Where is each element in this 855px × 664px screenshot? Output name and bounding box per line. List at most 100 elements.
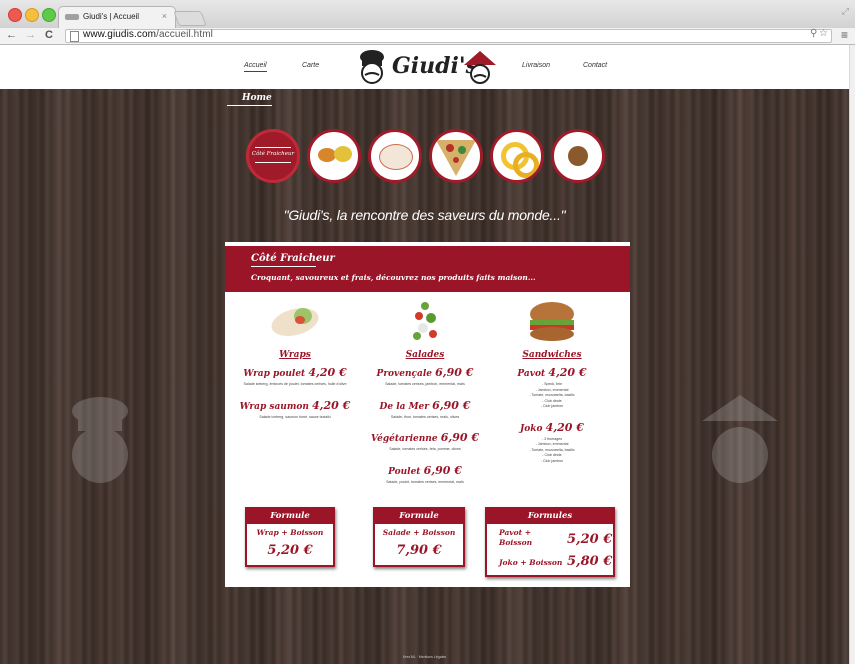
tagline: "Giudi's, la rencontre des saveurs du mo… (283, 207, 566, 223)
item-description: Salade, poulet, tomates cerises, emmenta… (386, 479, 464, 484)
item-name: Poulet (388, 466, 421, 477)
menu-item-name: Joko 4,20 € (492, 421, 612, 434)
search-icon[interactable]: ⚲ (810, 28, 817, 39)
item-description: Salade, thon, tomates cerises, maïs, oli… (390, 414, 460, 419)
item-name: Provençale (376, 369, 433, 379)
formule-wrap: Formule Wrap + Boisson 5,20 € (245, 507, 335, 567)
fullscreen-icon[interactable]: ⤢ (842, 6, 849, 17)
window-close-button[interactable] (8, 8, 22, 22)
panel-title-underline (251, 266, 316, 267)
formule-title: Formules (487, 509, 613, 524)
item-price: 4,20 € (548, 366, 587, 379)
item-description: Salade iceberg, émincés de poulet, tomat… (243, 382, 347, 386)
sandwiches-column: Sandwiches Pavot 4,20 € - Speck, brie - … (492, 298, 612, 475)
formule-salade: Formule Salade + Boisson 7,90 € (373, 507, 465, 567)
chef-hat-icon (360, 50, 384, 84)
menu-item-name: Poulet 6,90 € (359, 464, 491, 477)
item-price: 6,90 € (432, 398, 471, 412)
menu-item-name: De la Mer 6,90 € (359, 399, 491, 412)
asian-hat-icon (464, 51, 496, 84)
category-nuggets[interactable] (307, 129, 361, 183)
item-name: Végétarienne (370, 434, 438, 444)
back-button[interactable]: ← (6, 29, 17, 41)
item-price: 4,20 € (308, 366, 347, 379)
item-price: 4,20 € (312, 398, 351, 412)
formule-line: Wrap + Boisson (256, 528, 324, 537)
category-label: Côté Fraicheur (251, 151, 295, 157)
browser-toolbar: ← → C www.giudis.com/accueil.html ⚲ ☆ ≡ (0, 28, 855, 45)
site-logo[interactable]: Giudi's (352, 49, 502, 85)
dessert-image (568, 146, 588, 166)
salades-column: Salades Provençale 6,90 € Salade, tomate… (359, 298, 491, 496)
item-name: Joko (520, 423, 543, 434)
chef-watermark-left (72, 397, 128, 483)
item-description: Salade, tomates cerises, feta, pomme, ol… (389, 447, 461, 451)
category-pasta[interactable] (368, 129, 422, 183)
sandwich-photo (530, 302, 574, 341)
category-cote-fraicheur[interactable]: Côté Fraicheur (246, 129, 300, 183)
url-path: /accueil.html (156, 29, 213, 40)
menu-item-name: Provençale 6,90 € (359, 366, 491, 379)
window-zoom-button[interactable] (42, 8, 56, 22)
wraps-heading: Wraps (279, 350, 311, 360)
url-host: www.giudis.com (83, 29, 157, 40)
browser-menu-icon[interactable]: ≡ (841, 28, 848, 42)
sandwiches-heading: Sandwiches (522, 350, 582, 360)
divider (255, 147, 291, 148)
formule-price: 5,20 € (567, 532, 613, 547)
nav-accueil[interactable]: Accueil (244, 62, 267, 72)
item-name: Wrap poulet (243, 369, 306, 379)
item-name: Wrap saumon (239, 401, 309, 412)
nav-carte[interactable]: Carte (302, 62, 319, 69)
formules-sandwich: Formules Pavot + Boisson 5,20 € Joko + B… (485, 507, 615, 577)
category-dessert[interactable] (551, 129, 605, 183)
category-onion-rings[interactable] (490, 129, 544, 183)
page-scrollbar[interactable] (849, 45, 855, 664)
panel-banner: Côté Fraicheur Croquant, savoureux et fr… (225, 246, 630, 292)
formule-line: Joko + Boisson (499, 558, 563, 567)
menu-item-name: Végétarienne 6,90 € (359, 431, 491, 444)
item-name: De la Mer (379, 401, 430, 412)
nav-contact[interactable]: Contact (583, 62, 607, 69)
forward-button[interactable]: → (25, 29, 36, 41)
onion-ring-image (513, 152, 539, 178)
reload-button[interactable]: C (45, 29, 53, 41)
formule-title: Formule (247, 509, 333, 524)
item-price: 6,90 € (435, 366, 474, 379)
item-description: Salade, tomates cerises, jambon, emmenta… (385, 382, 465, 386)
sandwich-image (522, 298, 582, 344)
salades-heading: Salades (405, 350, 445, 360)
divider (255, 162, 291, 163)
formule-line: Salade + Boisson (382, 528, 456, 537)
pasta-image (379, 144, 413, 170)
favicon-icon (65, 14, 79, 20)
menu-panel: Côté Fraicheur Croquant, savoureux et fr… (225, 242, 630, 587)
formule-body: Pavot + Boisson 5,20 € Joko + Boisson 5,… (487, 524, 613, 572)
wrap-photo (271, 307, 319, 337)
footer-text[interactable]: Kreo'ML · Mentions Légales (0, 655, 849, 659)
title-underline (227, 105, 272, 106)
panel-title: Côté Fraicheur (251, 253, 335, 264)
tab-close-icon[interactable]: × (162, 11, 167, 21)
item-description: Salade iceberg, saumon fumé, sauce tzatz… (259, 414, 331, 419)
menu-item-name: Pavot 4,20 € (492, 366, 612, 379)
item-price: 4,20 € (545, 420, 584, 434)
browser-tab[interactable]: Giudi's | Accueil × (58, 6, 176, 29)
page-icon (70, 31, 79, 42)
page-title: Home (242, 93, 272, 103)
menu-item-name: Wrap poulet 4,20 € (235, 366, 355, 379)
item-price: 6,90 € (423, 463, 462, 477)
category-pizza[interactable] (429, 129, 483, 183)
window-minimize-button[interactable] (25, 8, 39, 22)
address-bar[interactable]: www.giudis.com/accueil.html ⚲ ☆ (65, 28, 832, 43)
formule-title: Formule (375, 509, 463, 524)
salad-photo (413, 302, 437, 340)
tab-title: Giudi's | Accueil (83, 12, 140, 21)
item-name: Pavot (517, 369, 546, 379)
bookmark-star-icon[interactable]: ☆ (819, 28, 828, 39)
wraps-column: Wraps Wrap poulet 4,20 € Salade iceberg,… (235, 298, 355, 431)
browser-tab-bar: Giudi's | Accueil × ⤢ (0, 0, 855, 29)
new-tab-button[interactable] (173, 11, 207, 26)
salad-image (395, 298, 455, 344)
nav-livraison[interactable]: Livraison (522, 62, 550, 69)
